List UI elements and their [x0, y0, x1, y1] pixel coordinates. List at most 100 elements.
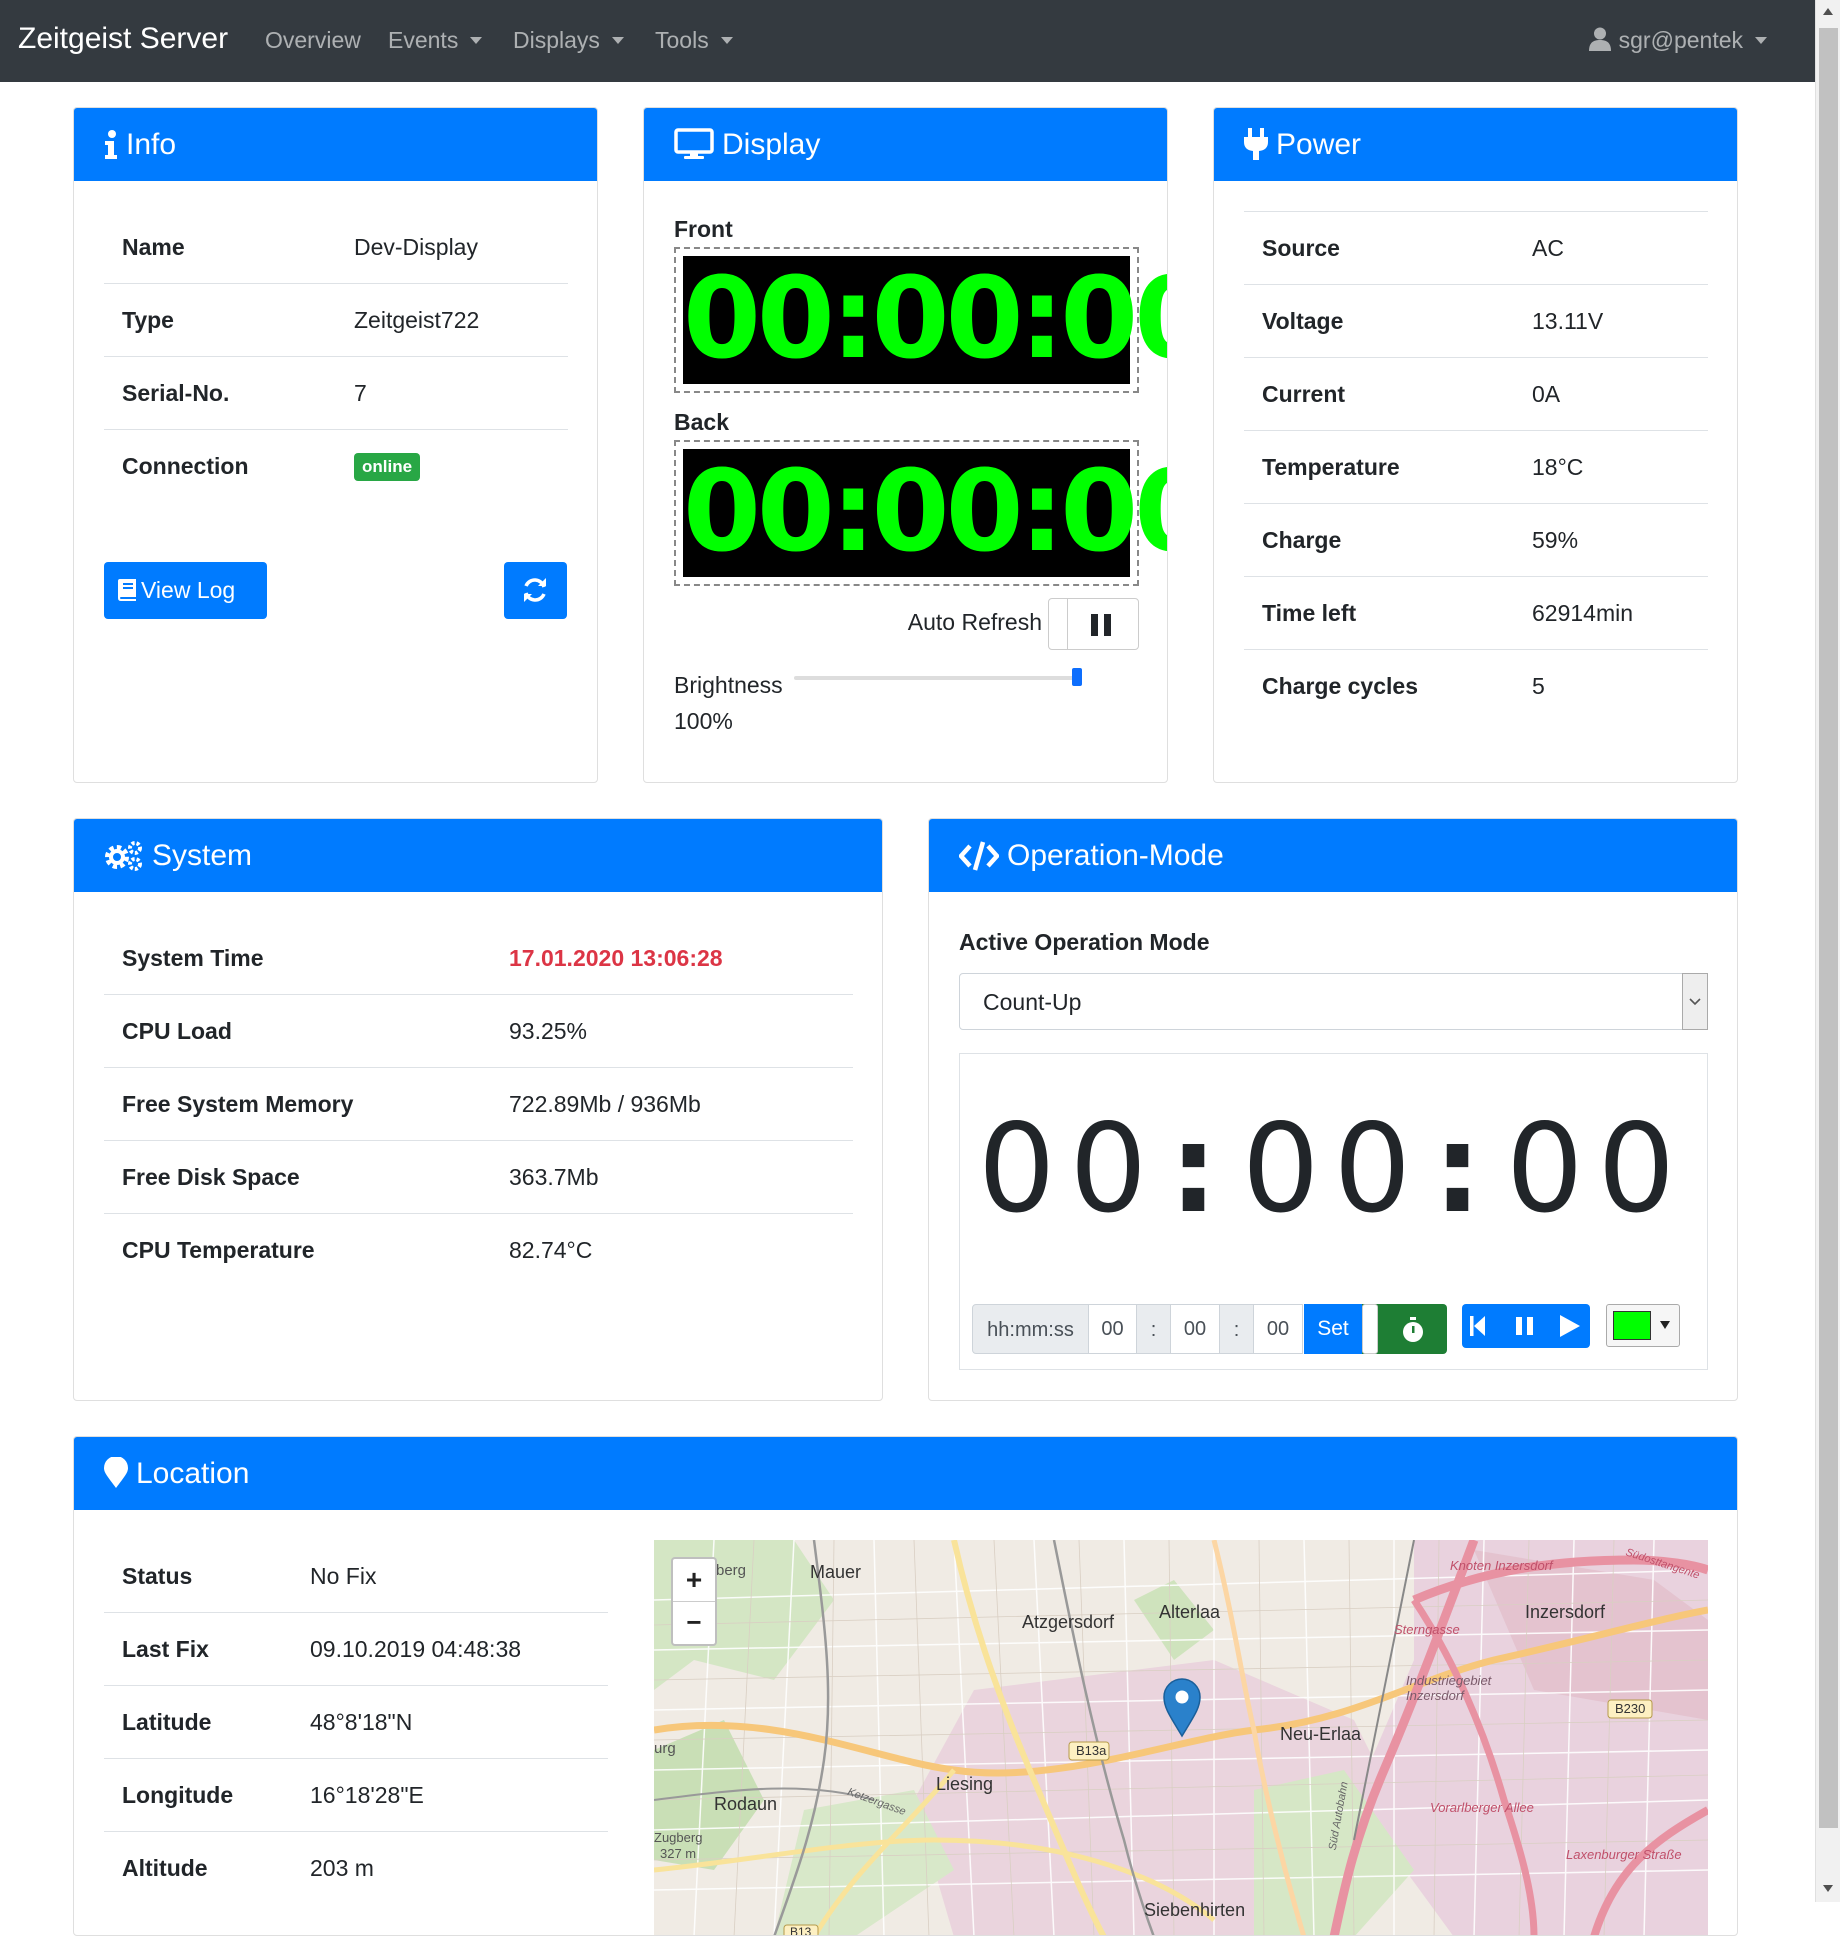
table-row: Name Dev-Display	[104, 211, 568, 284]
power-current-value: 0A	[1514, 357, 1708, 431]
map-label: Knoten Inzersdorf	[1450, 1558, 1553, 1573]
skip-back-icon[interactable]	[1470, 1316, 1486, 1336]
table-row: Altitude 203 m	[104, 1831, 608, 1904]
back-time: 00:00:00	[683, 447, 1168, 577]
seconds-input[interactable]: 00	[1253, 1304, 1303, 1354]
mode-select[interactable]: Count-Up	[959, 973, 1708, 1030]
table-row: Serial-No. 7	[104, 356, 568, 430]
timer-toggle[interactable]	[1362, 1304, 1447, 1354]
auto-refresh-label: Auto Refresh	[907, 609, 1042, 635]
map-label: B13	[790, 1925, 812, 1936]
toggle-knob	[1049, 599, 1068, 649]
status-badge: online	[354, 453, 421, 481]
location-status-value: No Fix	[310, 1562, 377, 1589]
hours-input[interactable]: 00	[1088, 1304, 1137, 1354]
operation-title: Operation-Mode	[1007, 839, 1224, 872]
brightness-slider[interactable]	[794, 676, 1082, 680]
scroll-thumb[interactable]	[1819, 28, 1838, 1828]
power-current-label: Current	[1244, 357, 1514, 431]
map-label: Alterlaa	[1159, 1602, 1221, 1622]
auto-refresh-toggle[interactable]	[1048, 598, 1139, 650]
cpu-temperature-label: CPU Temperature	[104, 1213, 491, 1286]
map-label: berg	[716, 1562, 747, 1579]
nav-displays-label: Displays	[513, 27, 600, 53]
timer-sep: :	[1433, 1098, 1506, 1240]
map-label: Mauer	[810, 1562, 862, 1582]
brightness-slider-thumb[interactable]	[1072, 668, 1082, 686]
map-label: Liesing	[936, 1774, 994, 1794]
playback-controls	[1462, 1304, 1590, 1348]
front-label: Front	[674, 216, 733, 242]
timer-panel: 00:00:00 hh:mm:ss 00 : 00 : 00 Set	[959, 1053, 1708, 1370]
info-card: Info Name Dev-Display Type Zeitgeist722 Se…	[73, 107, 598, 783]
operation-card: Operation-Mode Active Operation Mode Cou…	[928, 818, 1738, 1401]
user-name: sgr@pentek	[1618, 27, 1743, 53]
scroll-up-icon[interactable]	[1823, 8, 1833, 15]
refresh-icon	[524, 578, 546, 602]
active-mode-label: Active Operation Mode	[959, 929, 1210, 955]
location-card: Location Status No Fix Last Fix 09.10.2019…	[73, 1436, 1738, 1936]
system-card-header: System	[74, 819, 882, 892]
brand[interactable]: Zeitgeist Server	[18, 22, 228, 56]
system-table: System Time 17.01.2020 13:06:28 CPU Load 9…	[104, 922, 853, 1286]
info-card-header: Info	[74, 108, 597, 181]
system-time-label: System Time	[122, 944, 264, 971]
nav-tools[interactable]: Tools	[655, 27, 733, 54]
set-time-button[interactable]: Set	[1304, 1304, 1362, 1354]
color-picker[interactable]	[1606, 1304, 1680, 1347]
back-label: Back	[674, 409, 729, 435]
map-label: Neu-Erlaa	[1280, 1724, 1362, 1744]
time-format-label: hh:mm:ss	[972, 1304, 1089, 1354]
view-log-button[interactable]: View Log	[104, 562, 267, 619]
nav-displays[interactable]: Displays	[513, 27, 624, 54]
map-label: Vorarlberger Allee	[1430, 1800, 1534, 1815]
hm-separator: :	[1136, 1304, 1171, 1354]
table-row: CPU Load 93.25%	[104, 994, 853, 1068]
system-time-value: 17.01.2020 13:06:28	[509, 944, 723, 971]
chevron-down-icon	[720, 37, 733, 44]
map-label: Industriegebiet Inzersdorf	[1406, 1673, 1492, 1703]
select-arrow[interactable]	[1682, 973, 1708, 1030]
map-marker-icon[interactable]	[1163, 1678, 1201, 1738]
pause-icon[interactable]	[1516, 1317, 1534, 1335]
table-row: Free Disk Space 363.7Mb	[104, 1140, 853, 1214]
pause-icon	[1091, 614, 1111, 636]
play-icon[interactable]	[1560, 1315, 1580, 1337]
minutes-input[interactable]: 00	[1170, 1304, 1220, 1354]
altitude-label: Altitude	[104, 1831, 292, 1904]
nav-events[interactable]: Events	[388, 27, 483, 54]
power-temperature-label: Temperature	[1244, 430, 1514, 504]
chevron-down-icon	[1755, 37, 1767, 44]
location-status-label: Status	[122, 1562, 193, 1589]
brightness-label: Brightness	[674, 672, 783, 698]
power-time-left-label: Time left	[1244, 576, 1514, 650]
user-menu[interactable]: sgr@pentek	[1588, 27, 1767, 54]
table-row: Connection online	[104, 429, 568, 502]
table-row: Temperature 18°C	[1244, 430, 1708, 504]
latitude-label: Latitude	[104, 1685, 292, 1759]
info-name-value: Dev-Display	[354, 233, 478, 260]
map-label: 327 m	[660, 1846, 697, 1861]
scrollbar[interactable]	[1815, 0, 1840, 1902]
navbar: Zeitgeist Server Overview Events Display…	[0, 0, 1815, 82]
zoom-in-button[interactable]: +	[673, 1559, 715, 1602]
zoom-out-button[interactable]: −	[673, 1602, 715, 1644]
nav-overview[interactable]: Overview	[265, 27, 361, 54]
table-row: Charge 59%	[1244, 503, 1708, 577]
table-row: Charge cycles 5	[1244, 649, 1708, 722]
power-voltage-label: Voltage	[1244, 284, 1514, 358]
table-row: CPU Temperature 82.74°C	[104, 1213, 853, 1286]
table-row: Last Fix 09.10.2019 04:48:38	[104, 1612, 608, 1686]
map-label: B13a	[1076, 1743, 1107, 1758]
power-charge-cycles-value: 5	[1514, 649, 1708, 722]
refresh-button[interactable]	[504, 562, 567, 619]
scroll-down-icon[interactable]	[1823, 1885, 1833, 1892]
cpu-load-value: 93.25%	[491, 994, 853, 1068]
table-row: Time left 62914min	[1244, 576, 1708, 650]
map-label: Laxenburger Straße	[1566, 1847, 1682, 1862]
location-map[interactable]: Mauer Atzgersdorf Alterlaa Inzersdorf Ne…	[654, 1540, 1708, 1936]
code-icon	[959, 841, 999, 871]
system-card: System System Time 17.01.2020 13:06:28 CP…	[73, 818, 883, 1401]
longitude-value: 16°18'28"E	[292, 1758, 608, 1832]
power-time-left-value: 62914min	[1514, 576, 1708, 650]
